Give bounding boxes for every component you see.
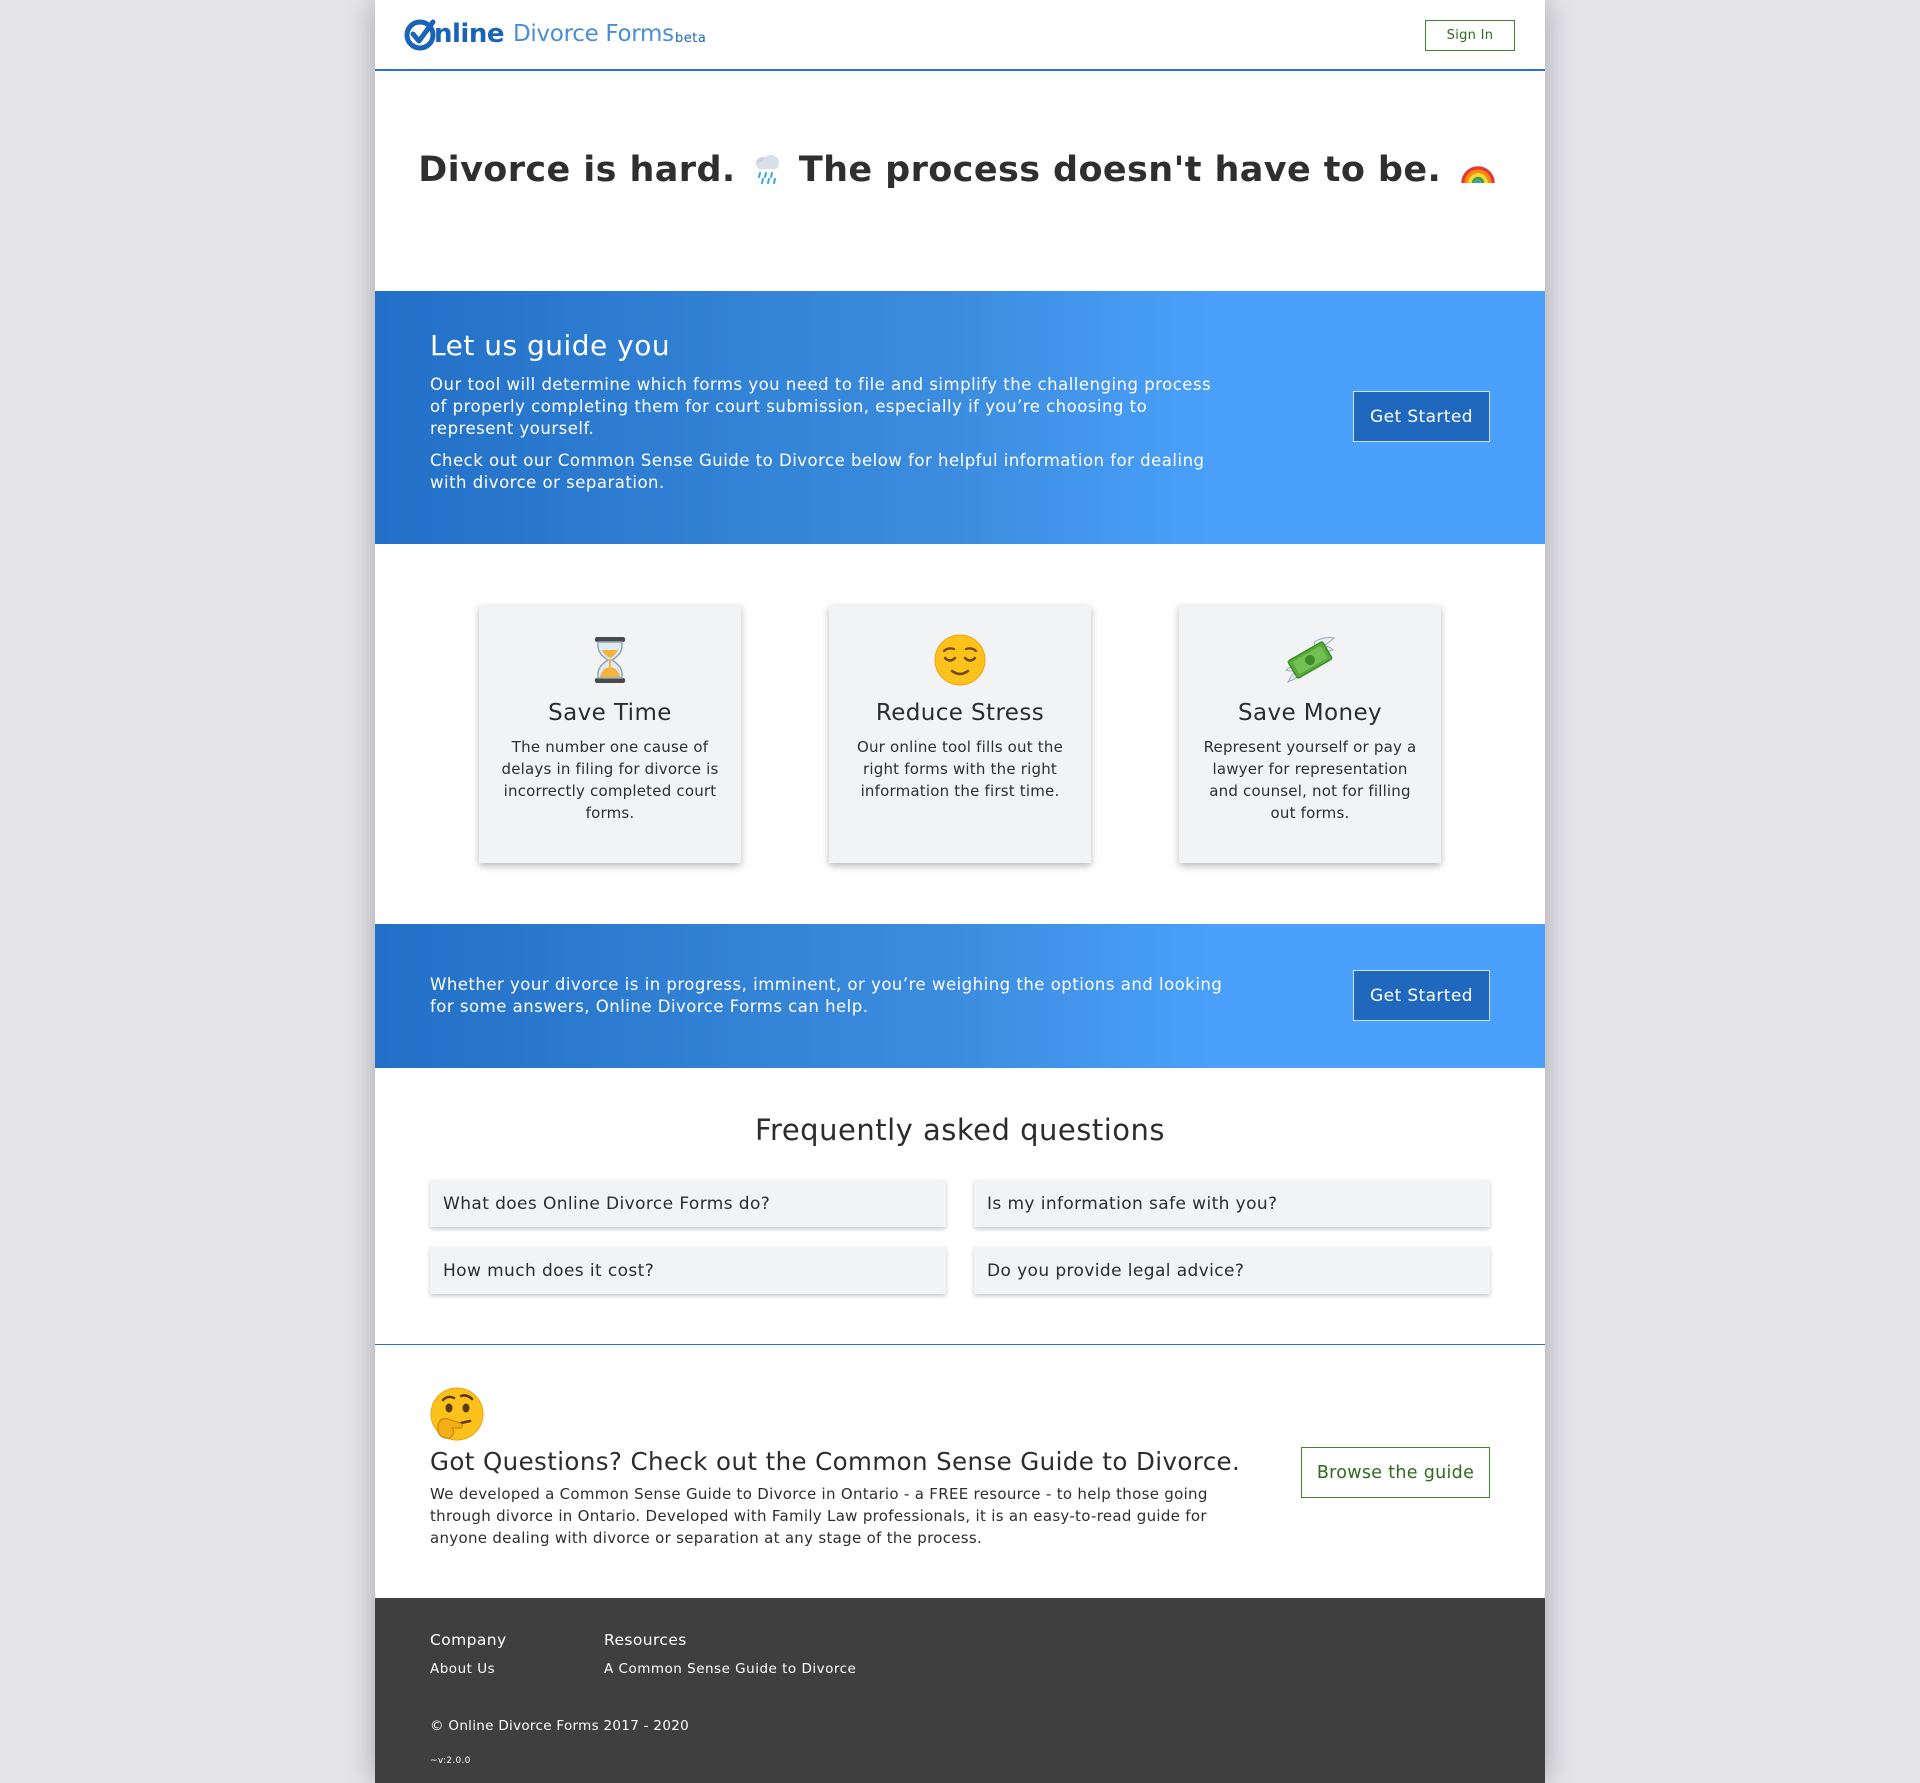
guide-title: Got Questions? Check out the Common Sens… (430, 1447, 1241, 1476)
check-circle-icon (404, 19, 436, 51)
cta-band: Whether your divorce is in progress, imm… (375, 924, 1545, 1068)
relieved-face-icon (934, 634, 986, 686)
faq-item[interactable]: What does Online Divorce Forms do? (430, 1180, 946, 1227)
guide-band: Let us guide you Our tool will determine… (375, 291, 1545, 544)
money-with-wings-icon (1285, 637, 1336, 683)
browse-guide-button[interactable]: Browse the guide (1301, 1447, 1490, 1498)
footer-about-link[interactable]: About Us (430, 1661, 495, 1677)
site-header: nline Divorce Forms beta Sign In (375, 0, 1545, 71)
guide-band-paragraph-1: Our tool will determine which forms you … (430, 375, 1212, 438)
get-started-button[interactable]: Get Started (1353, 391, 1490, 442)
hero-text-part-1: Divorce is hard. (418, 150, 736, 190)
rainbow-icon (1461, 166, 1495, 184)
site-logo[interactable]: nline Divorce Forms (404, 17, 674, 51)
logo-light-text: Divorce Forms (512, 21, 674, 47)
footer-guide-link[interactable]: A Common Sense Guide to Divorce (604, 1661, 856, 1677)
feature-card-save-money: Save Money Represent yourself or pay a l… (1179, 605, 1441, 863)
guide-band-title: Let us guide you (430, 329, 671, 362)
section-divider (375, 1344, 1545, 1345)
feature-title: Reduce Stress (875, 700, 1045, 726)
feature-description: Our online tool fills out the right form… (856, 738, 1064, 800)
feature-card-reduce-stress: Reduce Stress Our online tool fills out … (829, 605, 1091, 863)
faq-item[interactable]: How much does it cost? (430, 1247, 946, 1294)
footer-copyright: © Online Divorce Forms 2017 - 2020 (430, 1718, 689, 1734)
feature-title: Save Money (1237, 700, 1383, 726)
sign-in-button[interactable]: Sign In (1425, 20, 1515, 51)
get-started-button-secondary[interactable]: Get Started (1353, 970, 1490, 1021)
hourglass-icon (595, 637, 625, 683)
hero-headline: Divorce is hard. The process doesn't hav… (375, 150, 1545, 190)
faq-title: Frequently asked questions (754, 1113, 1166, 1147)
faq-item[interactable]: Is my information safe with you? (974, 1180, 1490, 1227)
guide-description: We developed a Common Sense Guide to Div… (430, 1485, 1208, 1547)
page: nline Divorce Forms beta Sign In Divorce… (375, 0, 1545, 1783)
footer-company-heading: Company (430, 1631, 507, 1649)
rain-cloud-icon (756, 155, 780, 184)
feature-description: The number one cause of delays in filing… (501, 738, 719, 822)
thinking-face-icon (430, 1387, 484, 1441)
guide-band-paragraph-2: Check out our Common Sense Guide to Divo… (430, 451, 1205, 492)
footer-resources-heading: Resources (604, 1631, 687, 1649)
cta-band-text: Whether your divorce is in progress, imm… (430, 975, 1223, 1016)
feature-title: Save Time (548, 700, 672, 726)
faq-item[interactable]: Do you provide legal advice? (974, 1247, 1490, 1294)
site-footer: Company About Us Resources A Common Sens… (375, 1598, 1545, 1783)
feature-description: Represent yourself or pay a lawyer for r… (1203, 738, 1417, 822)
footer-version: ~v:2.0.0 (430, 1756, 471, 1766)
logo-strong-text: nline (434, 19, 504, 49)
hero-text-part-2: The process doesn't have to be. (798, 150, 1442, 190)
beta-badge: beta (675, 31, 707, 46)
feature-card-save-time: Save Time The number one cause of delays… (479, 605, 741, 863)
